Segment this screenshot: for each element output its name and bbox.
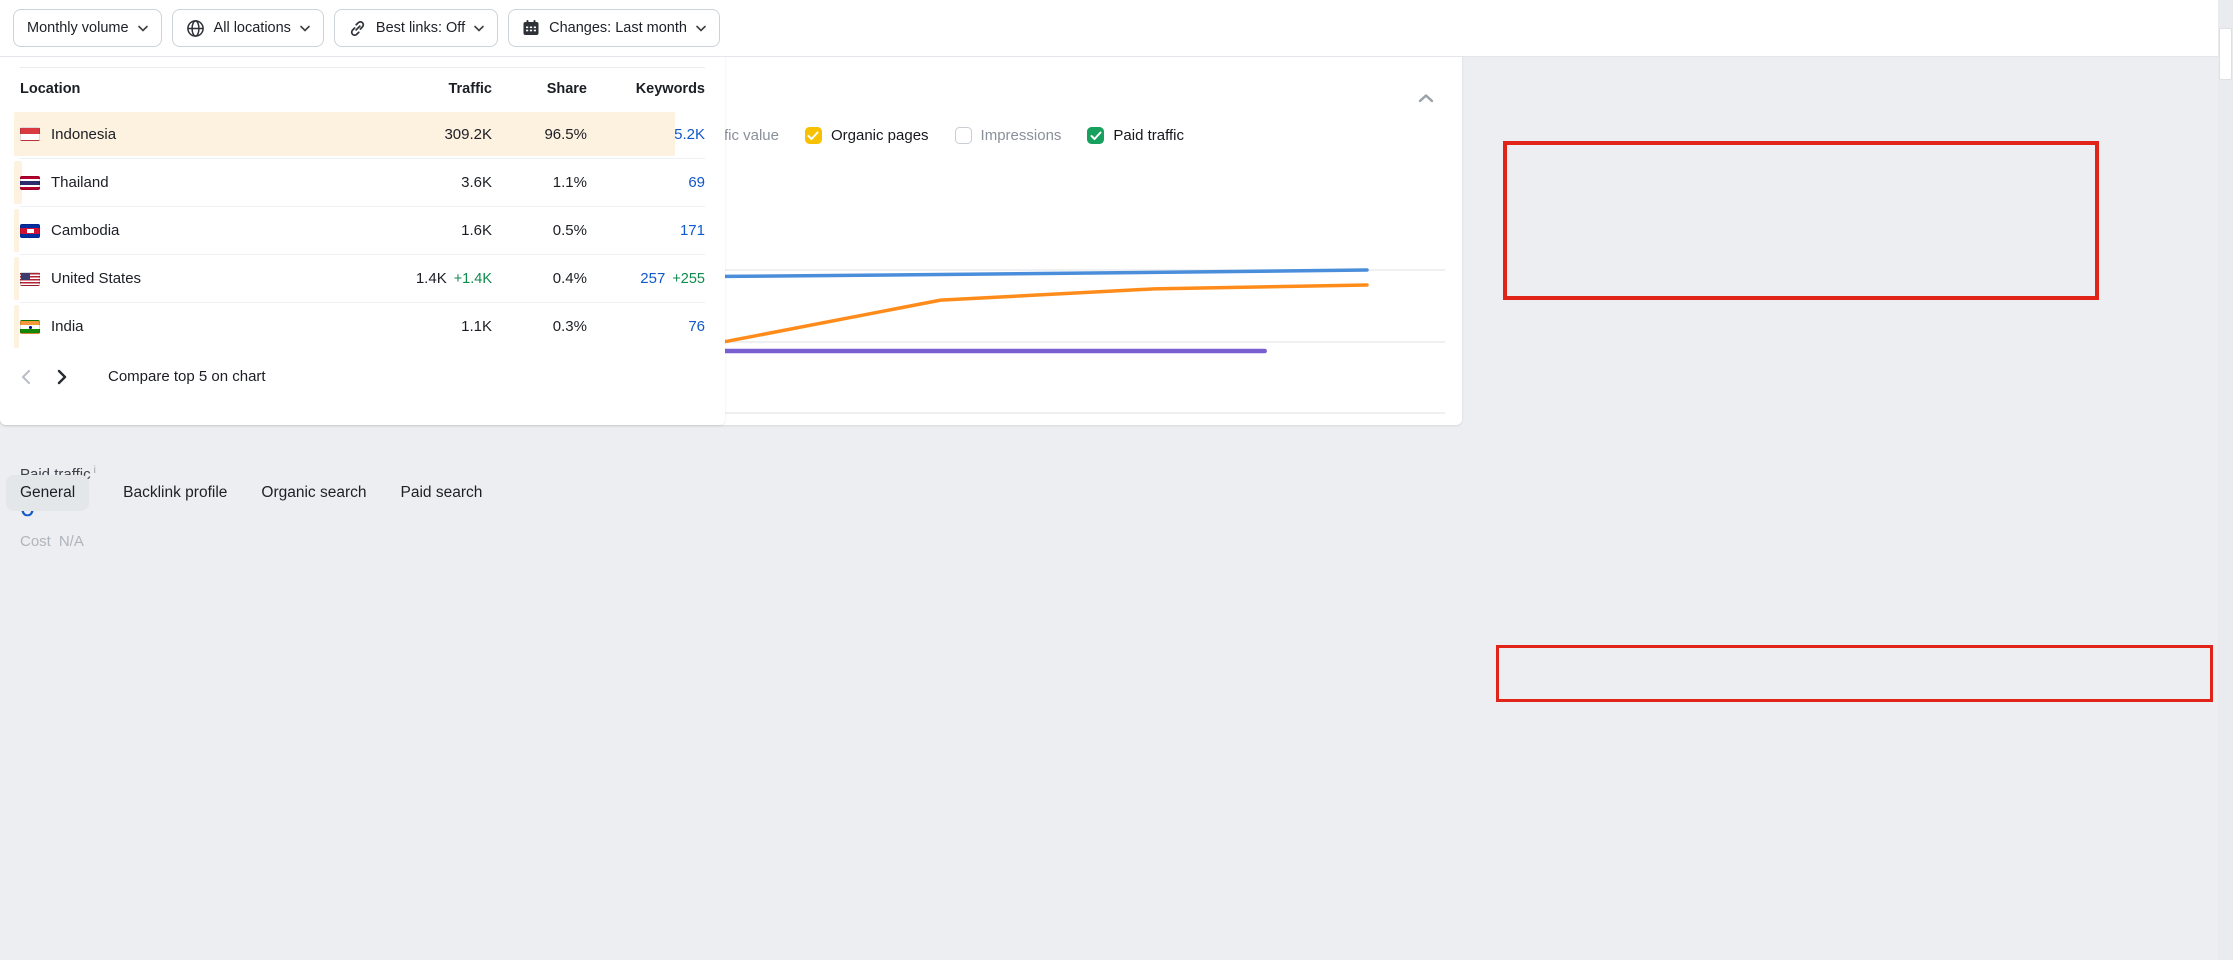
location-name: Cambodia: [51, 222, 119, 239]
filter-all-locations[interactable]: All locations: [172, 9, 324, 47]
keywords-cell: 257+255: [587, 270, 705, 287]
tab-organic-search[interactable]: Organic search: [261, 475, 366, 511]
flag-id-icon: [20, 127, 40, 141]
flag-kh-icon: [20, 224, 40, 238]
keywords-value-link[interactable]: 69: [688, 174, 705, 191]
location-name: United States: [51, 270, 141, 287]
checkbox-organic-pages[interactable]: Organic pages: [805, 127, 929, 144]
section-tabs: General Backlink profile Organic search Pai…: [6, 471, 482, 515]
column-traffic: Traffic: [342, 81, 492, 97]
compare-top5-link[interactable]: Compare top 5 on chart: [108, 368, 266, 385]
globe-icon: [186, 19, 205, 38]
location-row-cambodia[interactable]: Cambodia 1.6K0.5% 171: [20, 206, 705, 254]
traffic-cell: 3.6K: [342, 174, 492, 191]
tab-general[interactable]: General: [6, 475, 89, 511]
chevron-down-icon: [138, 25, 148, 32]
chevron-down-icon: [300, 25, 310, 32]
keywords-value-link[interactable]: 5.2K: [674, 126, 705, 143]
traffic-cell: 309.2K: [342, 126, 492, 143]
tab-backlink-profile[interactable]: Backlink profile: [123, 475, 227, 511]
location-row-thailand[interactable]: Thailand 3.6K1.1% 69: [20, 158, 705, 206]
location-row-united-states[interactable]: United States 1.4K+1.4K0.4%257+255: [20, 254, 705, 302]
annotation-box-search-organic-metrics: [1503, 141, 2099, 300]
flag-in-icon: [20, 320, 40, 334]
scrollbar-thumb[interactable]: [2219, 28, 2232, 80]
calendar-icon: [522, 19, 540, 37]
share-cell: 96.5%: [492, 126, 587, 143]
traffic-cell: 1.6K: [342, 222, 492, 239]
keywords-cell: 171: [587, 222, 705, 239]
column-share: Share: [492, 81, 587, 97]
keywords-cell: 76: [587, 318, 705, 335]
flag-us-icon: [20, 272, 40, 286]
annotation-box-indonesia-row: [1496, 645, 2213, 702]
traffic-cell: 1.1K: [342, 318, 492, 335]
location-name: Indonesia: [51, 126, 116, 143]
column-location: Location: [20, 81, 342, 97]
location-table-body: Indonesia 309.2K96.5% 5.2K Thailand 3.6K1.1%…: [20, 110, 705, 350]
keywords-cell: 5.2K: [587, 126, 705, 143]
location-name: Thailand: [51, 174, 109, 191]
tab-paid-search[interactable]: Paid search: [401, 475, 483, 511]
location-table-footer: Compare top 5 on chart: [20, 368, 705, 385]
page-next-chevron-icon[interactable]: [57, 369, 68, 385]
chevron-down-icon: [474, 25, 484, 32]
checkbox-box: [805, 127, 822, 144]
share-cell: 0.4%: [492, 270, 587, 287]
chevron-down-icon: [696, 25, 706, 32]
column-keywords: Keywords: [587, 81, 705, 97]
traffic-by-location-card: Traffic by location Organic90 Paid0 Loca…: [0, 0, 725, 425]
scrollbar-track[interactable]: [2218, 0, 2233, 960]
cost-line: CostN/A: [20, 533, 375, 550]
keywords-cell: 69: [587, 174, 705, 191]
page-previous-chevron-icon[interactable]: [20, 369, 31, 385]
collapse-chevron-up-icon[interactable]: [1418, 90, 1434, 107]
checkbox-box: [1087, 127, 1104, 144]
location-table-header: Location Traffic Share Keywords: [20, 68, 705, 110]
keywords-value-link[interactable]: 76: [688, 318, 705, 335]
flag-th-icon: [20, 176, 40, 190]
location-row-india[interactable]: India 1.1K0.3% 76: [20, 302, 705, 350]
toolbar-filter-group: Monthly volume All locations Best links: O…: [13, 9, 720, 47]
checkbox-box: [955, 127, 972, 144]
traffic-cell: 1.4K+1.4K: [342, 270, 492, 287]
location-name: India: [51, 318, 84, 335]
filter-changes-last-month[interactable]: Changes: Last month: [508, 9, 720, 47]
share-cell: 0.3%: [492, 318, 587, 335]
checkbox-paid-traffic[interactable]: Paid traffic: [1087, 127, 1184, 144]
keywords-value-link[interactable]: 171: [680, 222, 705, 239]
link-icon: [348, 19, 367, 38]
filter-monthly-volume[interactable]: Monthly volume: [13, 9, 162, 47]
top-toolbar: Monthly volume All locations Best links: O…: [0, 0, 2233, 57]
share-cell: 0.5%: [492, 222, 587, 239]
keywords-value-link[interactable]: 257: [640, 270, 665, 287]
checkbox-impressions[interactable]: Impressions: [955, 127, 1062, 144]
location-row-indonesia[interactable]: Indonesia 309.2K96.5% 5.2K: [20, 110, 705, 158]
filter-best-links-off[interactable]: Best links: Off: [334, 9, 498, 47]
share-cell: 1.1%: [492, 174, 587, 191]
